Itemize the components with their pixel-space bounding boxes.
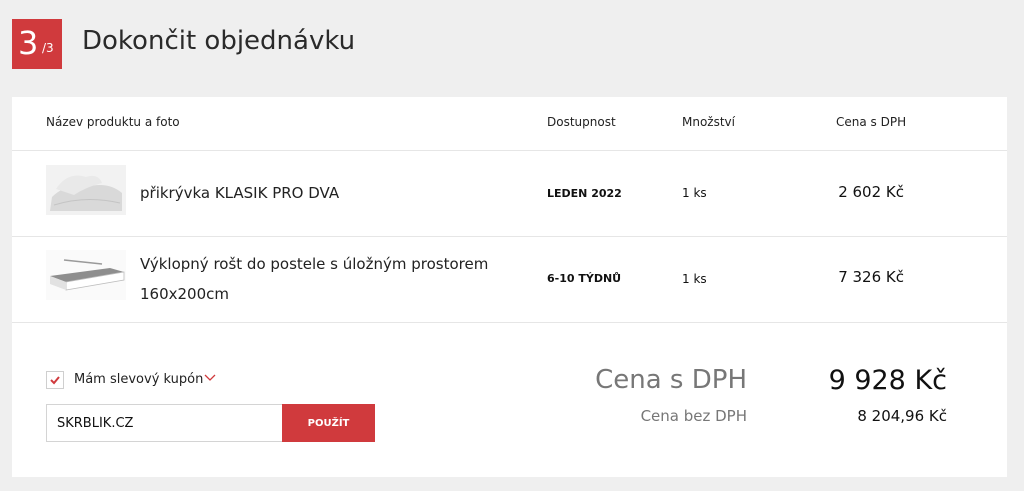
product-name[interactable]: přikrývka KLASIK PRO DVA [140, 178, 339, 208]
product-thumbnail-duvet[interactable] [46, 165, 126, 215]
order-summary-card: Název produktu a foto Dostupnost Množstv… [12, 97, 1007, 477]
product-size: 160x200cm [140, 285, 229, 303]
step-badge: 3 /3 [12, 19, 62, 69]
item-price: 2 602 Kč [838, 183, 904, 201]
row-divider [12, 236, 1007, 237]
page-title: Dokončit objednávku [82, 26, 356, 56]
column-header-quantity: Množství [682, 115, 735, 129]
chevron-down-icon[interactable] [203, 370, 217, 384]
total-with-vat-value: 9 928 Kč [828, 365, 947, 396]
row-divider [12, 322, 1007, 323]
total-without-vat-value: 8 204,96 Kč [857, 407, 947, 425]
total-with-vat-label: Cena s DPH [595, 365, 747, 395]
step-current: 3 [18, 24, 39, 62]
coupon-checkbox[interactable] [46, 371, 64, 389]
checkmark-icon [50, 376, 60, 385]
coupon-code-input[interactable] [46, 404, 283, 442]
item-price: 7 326 Kč [838, 268, 904, 286]
apply-coupon-button[interactable]: POUŽÍT [282, 404, 375, 442]
quantity: 1 ks [682, 272, 707, 286]
product-name[interactable]: Výklopný rošt do postele s úložným prost… [140, 249, 488, 279]
quantity: 1 ks [682, 186, 707, 200]
coupon-toggle-label[interactable]: Mám slevový kupón [74, 372, 203, 387]
column-header-availability: Dostupnost [547, 115, 616, 129]
availability: 6-10 TÝDNŮ [547, 272, 622, 285]
step-total: /3 [42, 41, 54, 55]
availability: LEDEN 2022 [547, 187, 622, 200]
product-thumbnail-bed-frame[interactable] [46, 250, 126, 300]
column-header-price: Cena s DPH [836, 115, 907, 129]
total-without-vat-label: Cena bez DPH [640, 407, 747, 425]
row-divider [12, 150, 1007, 151]
column-header-product: Název produktu a foto [46, 115, 180, 129]
